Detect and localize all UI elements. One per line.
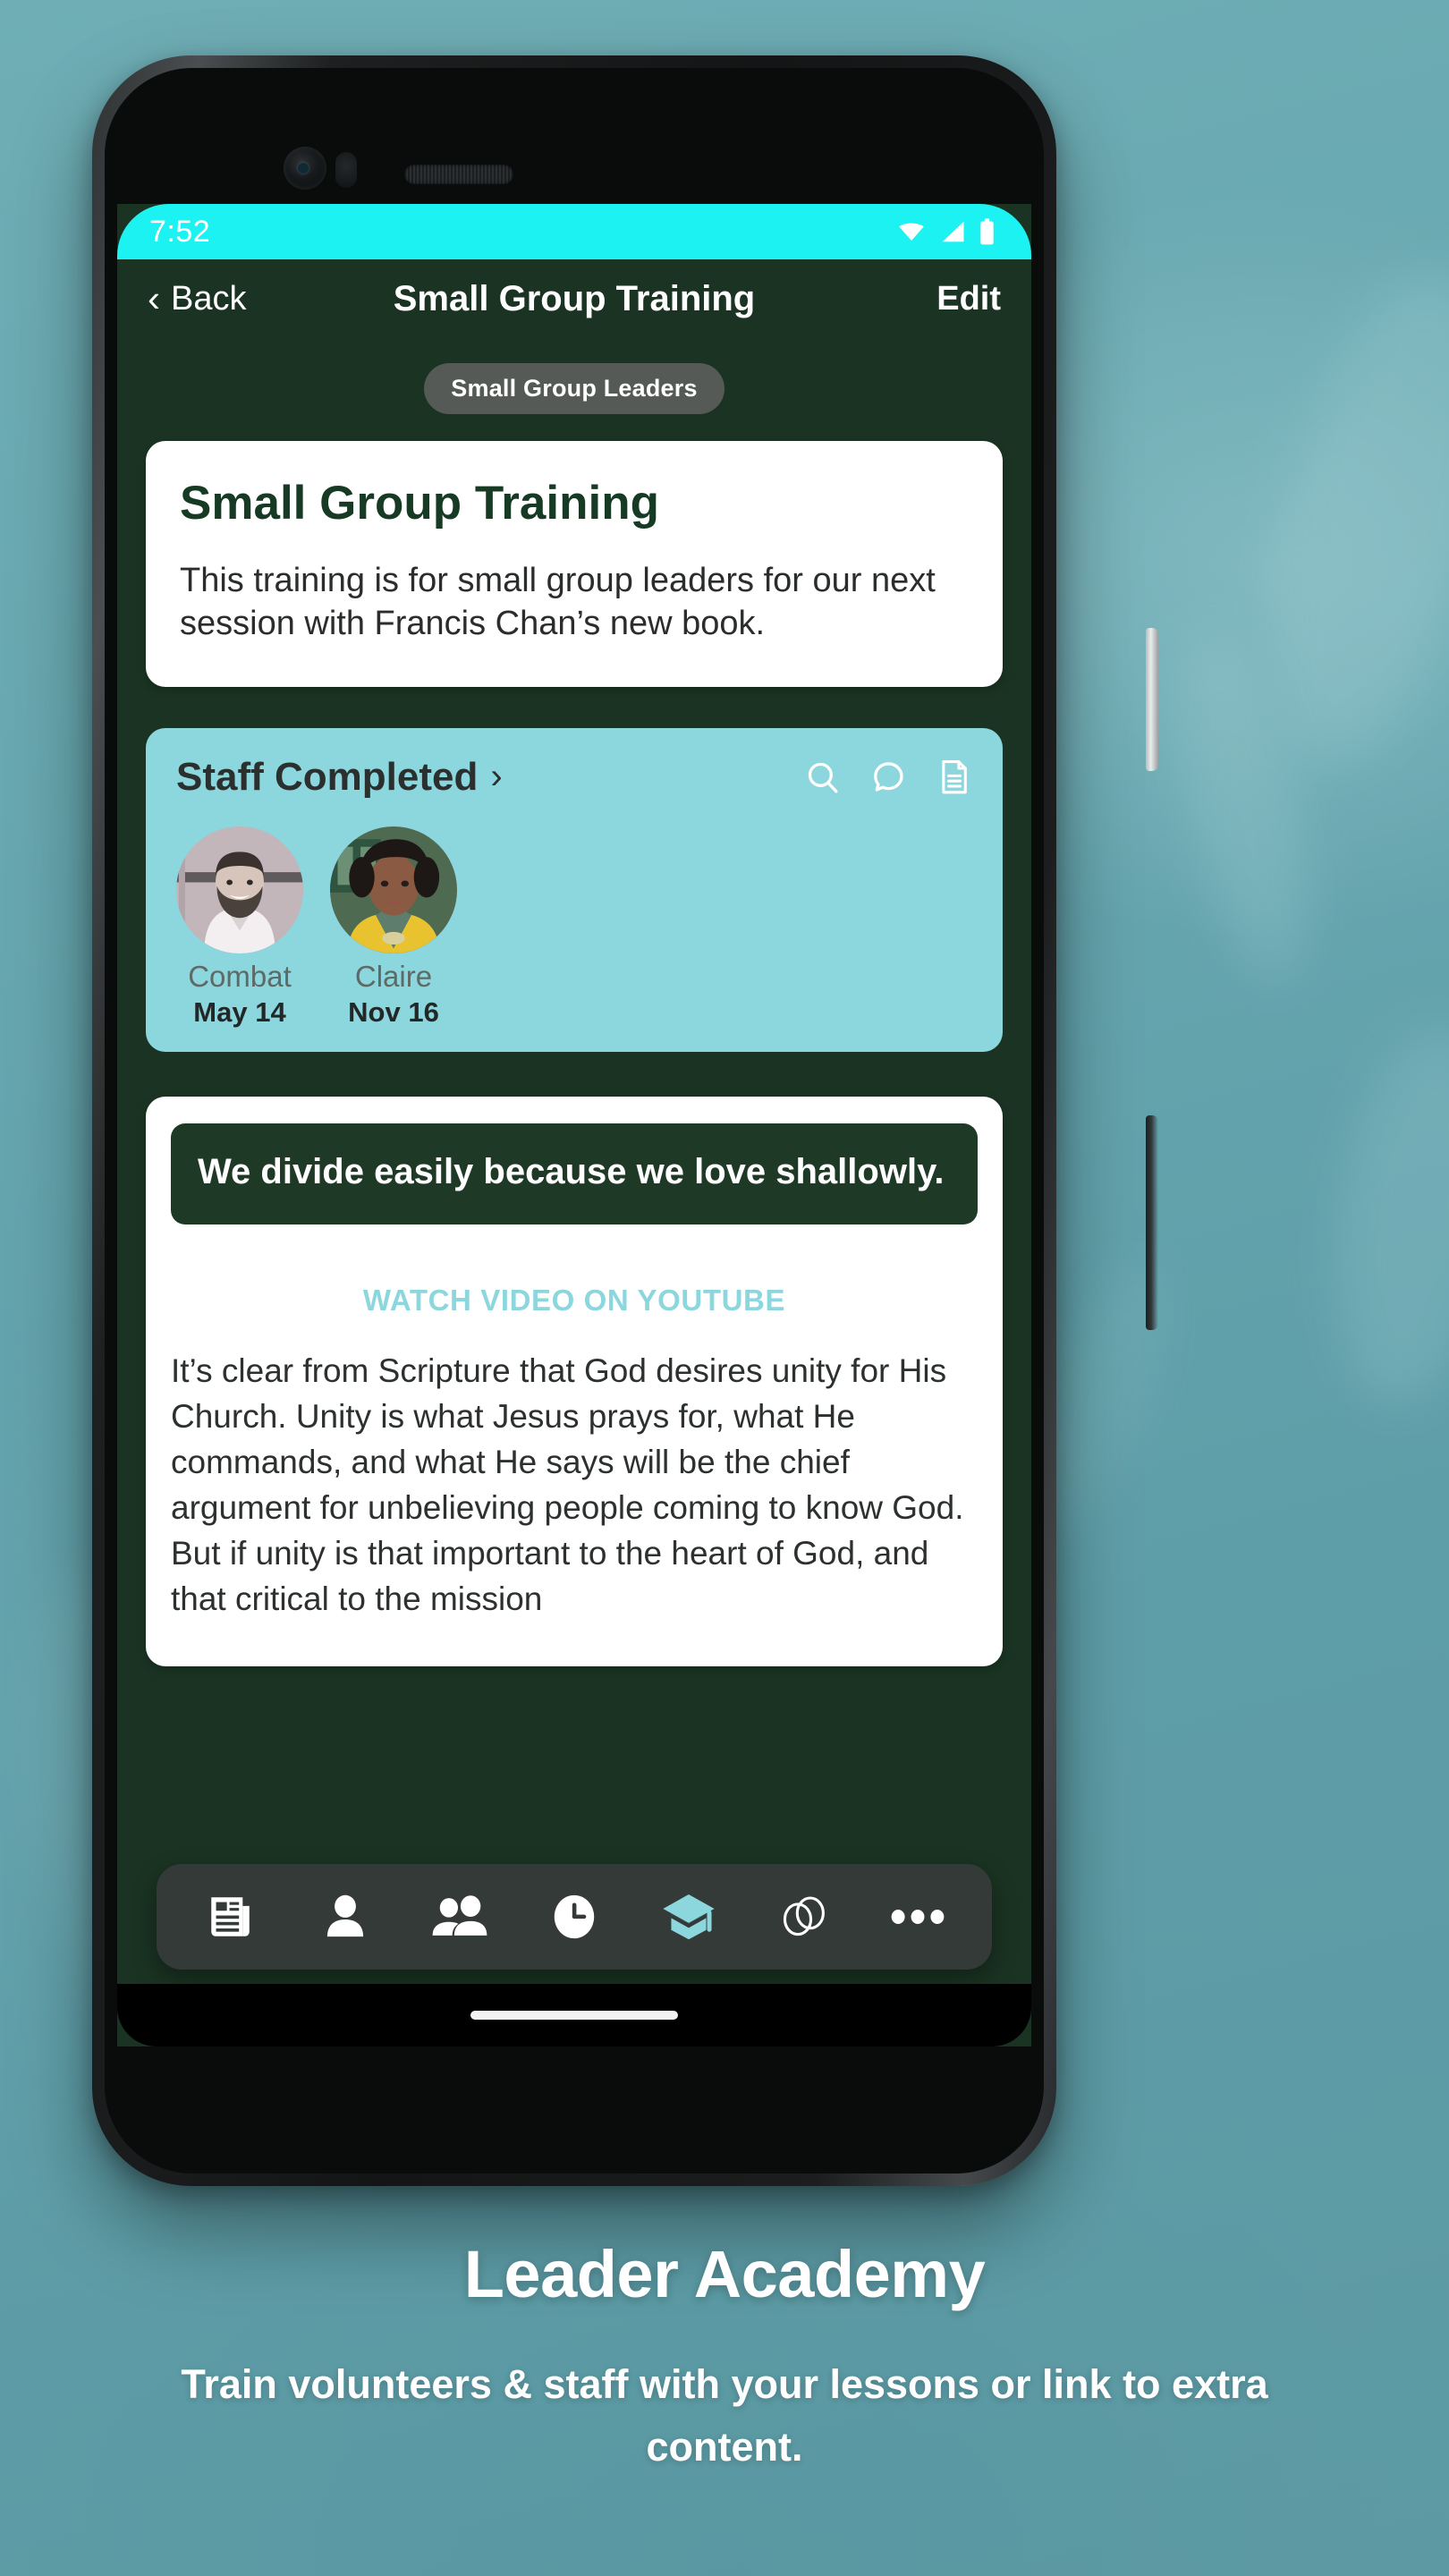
phone-device-frame: 7:52 Small Group Training ‹ Back Edit Sm… [92, 55, 1158, 2186]
navigation-bar: Small Group Training ‹ Back Edit [117, 259, 1031, 338]
status-time: 7:52 [149, 214, 211, 249]
tab-connections[interactable] [763, 1877, 843, 1957]
edit-button[interactable]: Edit [936, 280, 1001, 318]
people-group-icon [432, 1895, 487, 1936]
chevron-right-icon: › [490, 757, 503, 797]
front-camera-icon [284, 147, 326, 190]
completed-avatars-row: Combat May 14 Claire Nov 16 [176, 826, 972, 1029]
tab-person[interactable] [305, 1877, 386, 1957]
overview-title: Small Group Training [180, 477, 659, 530]
avatar[interactable] [176, 826, 303, 953]
volume-rocker-button[interactable] [1146, 1115, 1158, 1330]
staff-card-header: Staff Completed › [176, 755, 972, 800]
avatar-date: Nov 16 [348, 996, 439, 1029]
staff-completed-card[interactable]: Staff Completed › Combat May 14 Claire N… [146, 727, 1003, 1053]
lesson-quote-banner: We divide easily because we love shallow… [171, 1123, 978, 1224]
tab-feed[interactable] [191, 1877, 271, 1957]
avatar-date: May 14 [193, 996, 286, 1029]
page-title: Small Group Training [393, 278, 756, 318]
lesson-card: We divide easily because we love shallow… [146, 1097, 1003, 1667]
marketing-copy: Leader Academy Train volunteers & staff … [0, 2236, 1449, 2479]
marketing-title: Leader Academy [463, 2237, 986, 2311]
back-button-label: Back [171, 279, 247, 318]
earpiece-speaker-icon [404, 165, 513, 184]
clock-icon [554, 1894, 595, 1939]
more-ellipsis-icon [891, 1909, 945, 1925]
staff-card-actions [804, 758, 972, 796]
tab-academy[interactable] [648, 1877, 729, 1957]
overview-description: This training is for small group leaders… [180, 561, 936, 643]
avatar-name: Claire [354, 959, 433, 993]
status-icons [896, 217, 996, 246]
marketing-subtitle: Train volunteers & staff with your lesso… [181, 2361, 1268, 2470]
staff-avatar-item[interactable]: Combat May 14 [176, 826, 303, 1029]
app-screen: 7:52 Small Group Training ‹ Back Edit Sm… [117, 204, 1031, 2046]
wallpaper-highlight [1153, 618, 1334, 992]
avatar-name: Combat [188, 959, 292, 993]
chevron-left-icon: ‹ [148, 277, 160, 319]
staff-completed-title[interactable]: Staff Completed › [176, 755, 503, 800]
search-icon[interactable] [804, 758, 842, 796]
scroll-content[interactable]: Small Group Leaders Small Group Training… [117, 338, 1031, 2046]
back-button[interactable]: ‹ Back [148, 280, 246, 318]
wallpaper-highlight [1316, 1020, 1449, 1413]
staff-completed-label: Staff Completed [176, 754, 479, 799]
home-indicator[interactable] [470, 2011, 678, 2020]
overlapping-circles-icon [783, 1896, 825, 1936]
document-icon[interactable] [936, 758, 972, 796]
tab-clock[interactable] [534, 1877, 614, 1957]
graduation-cap-icon [663, 1894, 715, 1940]
chat-bubble-icon[interactable] [870, 758, 908, 796]
phone-screen-bezel: 7:52 Small Group Training ‹ Back Edit Sm… [105, 68, 1044, 2174]
staff-avatar-item[interactable]: Claire Nov 16 [330, 826, 457, 1029]
avatar-claire [330, 826, 457, 953]
tab-more[interactable] [877, 1877, 958, 1957]
bottom-tab-bar [157, 1864, 992, 1970]
watch-video-link[interactable]: WATCH VIDEO ON YOUTUBE [171, 1284, 978, 1318]
category-pill-row: Small Group Leaders [117, 363, 1031, 414]
proximity-sensor-icon [335, 152, 357, 188]
status-bar: 7:52 [117, 204, 1031, 259]
power-button[interactable] [1146, 628, 1158, 771]
avatar[interactable] [330, 826, 457, 953]
person-icon [326, 1894, 364, 1937]
home-indicator-area [117, 1984, 1031, 2046]
overview-card: Small Group Training This training is fo… [146, 441, 1003, 687]
category-pill[interactable]: Small Group Leaders [424, 363, 724, 414]
cell-signal-icon [942, 221, 964, 242]
wallpaper-background: 7:52 Small Group Training ‹ Back Edit Sm… [0, 0, 1449, 2576]
tab-group[interactable] [419, 1877, 500, 1957]
feed-news-icon [211, 1897, 250, 1936]
lesson-body-text: It’s clear from Scripture that God desir… [171, 1352, 964, 1618]
avatar-combat [176, 826, 303, 953]
battery-icon [980, 218, 994, 245]
wifi-icon [899, 223, 924, 241]
wallpaper-highlight [1230, 252, 1449, 785]
